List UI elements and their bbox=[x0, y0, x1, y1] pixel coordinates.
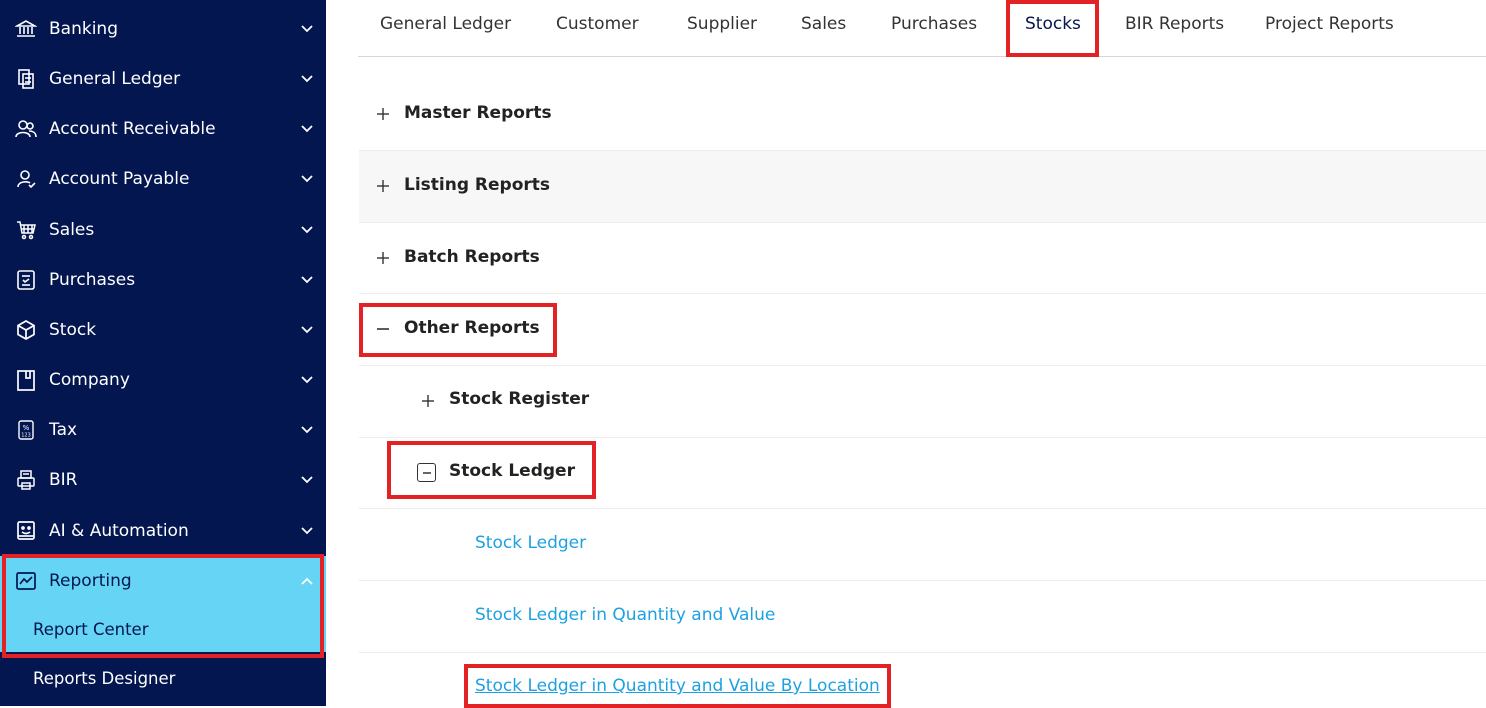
tree-label-listing-reports[interactable]: Listing Reports bbox=[404, 175, 550, 195]
report-link-stock-ledger-by-location[interactable]: Stock Ledger in Quantity and Value By Lo… bbox=[475, 676, 880, 696]
tree-row-listing-reports: Listing Reports bbox=[359, 151, 1486, 223]
sidebar-item-label: Reporting bbox=[49, 571, 132, 591]
sidebar-item-label: AI & Automation bbox=[49, 521, 189, 541]
sidebar-item-banking[interactable]: Banking bbox=[0, 4, 326, 54]
chevron-down-icon bbox=[299, 472, 315, 488]
receipt-icon bbox=[14, 268, 38, 292]
sidebar-item-ai-automation[interactable]: AI & Automation bbox=[0, 506, 326, 556]
tree-row-batch-reports: Batch Reports bbox=[359, 222, 1486, 294]
sidebar-item-label: Tax bbox=[49, 420, 78, 440]
sidebar-item-tax[interactable]: % 123 Tax bbox=[0, 405, 326, 455]
tab-customer[interactable]: Customer bbox=[556, 14, 639, 34]
report-tabs: General Ledger Customer Supplier Sales P… bbox=[358, 0, 1486, 57]
tree-label-stock-ledger[interactable]: Stock Ledger bbox=[449, 461, 575, 481]
tab-bir-reports[interactable]: BIR Reports bbox=[1125, 14, 1224, 34]
cart-icon bbox=[14, 218, 38, 242]
chevron-down-icon bbox=[299, 222, 315, 238]
sidebar: Banking General Ledger Account Receivabl… bbox=[0, 0, 326, 706]
sidebar-item-label: Company bbox=[49, 370, 130, 390]
tab-sales[interactable]: Sales bbox=[801, 14, 846, 34]
tree-label-master-reports[interactable]: Master Reports bbox=[404, 103, 552, 123]
chevron-down-icon bbox=[299, 171, 315, 187]
sidebar-sub-item-report-center[interactable]: Report Center bbox=[0, 606, 326, 652]
chevron-up-icon bbox=[299, 573, 315, 589]
sidebar-item-purchases[interactable]: Purchases bbox=[0, 255, 326, 305]
sidebar-item-label: Account Payable bbox=[49, 169, 190, 189]
printer-icon bbox=[14, 468, 38, 492]
ledger-icon bbox=[14, 67, 38, 91]
tab-stocks[interactable]: Stocks bbox=[1025, 14, 1081, 34]
users-icon bbox=[14, 117, 38, 141]
sidebar-item-account-receivable[interactable]: Account Receivable bbox=[0, 104, 326, 154]
plus-icon[interactable] bbox=[375, 178, 391, 194]
sidebar-sub-item-label: Reports Designer bbox=[33, 668, 176, 688]
sidebar-item-account-payable[interactable]: Account Payable bbox=[0, 154, 326, 204]
tree-row-master-reports: Master Reports bbox=[359, 79, 1486, 151]
tree-row-stock-ledger: Stock Ledger bbox=[359, 437, 1486, 509]
tree-row-link-stock-ledger-qty-value: Stock Ledger in Quantity and Value bbox=[359, 581, 1486, 653]
user-check-icon bbox=[14, 167, 38, 191]
building-icon bbox=[14, 368, 38, 392]
chevron-down-icon bbox=[299, 272, 315, 288]
sidebar-item-general-ledger[interactable]: General Ledger bbox=[0, 54, 326, 104]
report-link-stock-ledger[interactable]: Stock Ledger bbox=[475, 533, 586, 553]
tree-label-stock-register[interactable]: Stock Register bbox=[449, 389, 589, 409]
tree-label-other-reports[interactable]: Other Reports bbox=[404, 318, 540, 338]
minus-square-icon[interactable] bbox=[417, 463, 436, 482]
sidebar-item-reporting[interactable]: Reporting bbox=[0, 556, 326, 606]
report-link-stock-ledger-qty-value[interactable]: Stock Ledger in Quantity and Value bbox=[475, 605, 775, 625]
sidebar-item-label: Account Receivable bbox=[49, 119, 216, 139]
tab-general-ledger[interactable]: General Ledger bbox=[380, 14, 511, 34]
tree-row-other-reports: Other Reports bbox=[359, 294, 1486, 366]
sidebar-item-label: Sales bbox=[49, 220, 95, 240]
robot-icon bbox=[14, 519, 38, 543]
tree-row-link-stock-ledger: Stock Ledger bbox=[359, 509, 1486, 581]
plus-icon[interactable] bbox=[420, 393, 436, 409]
sidebar-sub-item-label: Report Center bbox=[33, 619, 149, 639]
sidebar-item-bir[interactable]: BIR bbox=[0, 455, 326, 505]
svg-text:123: 123 bbox=[21, 433, 31, 439]
sidebar-item-label: General Ledger bbox=[49, 69, 181, 89]
chevron-down-icon bbox=[299, 422, 315, 438]
minus-icon[interactable] bbox=[375, 321, 391, 337]
box-icon bbox=[14, 318, 38, 342]
chevron-down-icon bbox=[299, 121, 315, 137]
sidebar-item-company[interactable]: Company bbox=[0, 355, 326, 405]
tab-purchases[interactable]: Purchases bbox=[891, 14, 977, 34]
chevron-down-icon bbox=[299, 21, 315, 37]
chevron-down-icon bbox=[299, 71, 315, 87]
sidebar-item-label: Stock bbox=[49, 320, 97, 340]
sidebar-sub-item-reports-designer[interactable]: Reports Designer bbox=[0, 655, 326, 701]
sidebar-item-stock[interactable]: Stock bbox=[0, 305, 326, 355]
tab-project-reports[interactable]: Project Reports bbox=[1265, 14, 1394, 34]
tree-label-batch-reports[interactable]: Batch Reports bbox=[404, 247, 540, 267]
chevron-down-icon bbox=[299, 372, 315, 388]
sidebar-item-label: Banking bbox=[49, 19, 118, 39]
tab-supplier[interactable]: Supplier bbox=[687, 14, 757, 34]
sidebar-item-label: BIR bbox=[49, 470, 78, 490]
percent-icon: % 123 bbox=[14, 418, 38, 442]
plus-icon[interactable] bbox=[375, 106, 391, 122]
tree-row-link-stock-ledger-by-location: Stock Ledger in Quantity and Value By Lo… bbox=[359, 652, 1486, 708]
svg-text:%: % bbox=[23, 424, 30, 432]
chart-line-icon bbox=[14, 569, 38, 593]
sidebar-item-label: Purchases bbox=[49, 270, 136, 290]
bank-icon bbox=[14, 17, 38, 41]
plus-icon[interactable] bbox=[375, 250, 391, 266]
sidebar-item-sales[interactable]: Sales bbox=[0, 205, 326, 255]
tree-row-stock-register: Stock Register bbox=[359, 366, 1486, 438]
chevron-down-icon bbox=[299, 322, 315, 338]
chevron-down-icon bbox=[299, 523, 315, 539]
